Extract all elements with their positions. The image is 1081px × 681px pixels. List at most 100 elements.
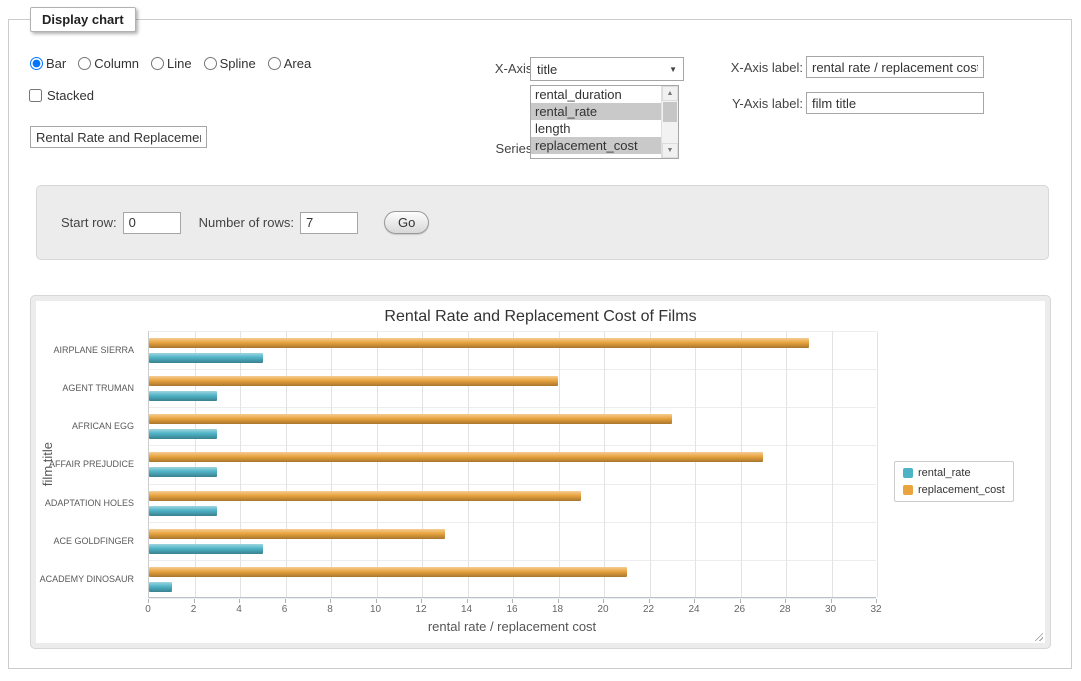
bar-replacement_cost (149, 567, 627, 577)
legend-label: rental_rate (918, 467, 971, 479)
scroll-down-icon[interactable]: ▼ (662, 143, 678, 158)
bar-replacement_cost (149, 529, 445, 539)
chart-type-radio-spline[interactable] (204, 57, 217, 70)
x-tick-label: 20 (597, 604, 608, 615)
panel-legend: Display chart (30, 7, 136, 32)
chart-legend: rental_rate replacement_cost (894, 461, 1014, 502)
x-axis-title: rental rate / replacement cost (148, 619, 876, 634)
chart-type-bar: Bar (30, 56, 66, 71)
series-option-rental_duration[interactable]: rental_duration (531, 86, 661, 103)
scrollbar-track (662, 122, 678, 143)
x-tick-label: 16 (506, 604, 517, 615)
chart-type-spline: Spline (204, 56, 256, 71)
legend-item-replacement_cost[interactable]: replacement_cost (903, 484, 1005, 496)
start-row-label: Start row: (61, 215, 117, 230)
category-label: AFFAIR PREJUDICE (36, 445, 140, 483)
chart-title-input[interactable] (30, 126, 207, 148)
x-tick-label: 28 (779, 604, 790, 615)
x-tick-label: 0 (145, 604, 151, 615)
series-options: rental_durationrental_ratelengthreplacem… (531, 86, 661, 158)
bar-rental_rate (149, 353, 263, 363)
series-listbox[interactable]: rental_durationrental_ratelengthreplacem… (530, 85, 679, 159)
xaxis-select-label: X-Axis: (486, 61, 536, 76)
x-tick-label: 26 (734, 604, 745, 615)
bar-replacement_cost (149, 338, 809, 348)
category-label: ADAPTATION HOLES (36, 484, 140, 522)
scroll-up-icon[interactable]: ▲ (662, 86, 678, 101)
x-tick-label: 12 (415, 604, 426, 615)
x-tick-label: 8 (327, 604, 333, 615)
chart-type-column: Column (78, 56, 139, 71)
category-label: AIRPLANE SIERRA (36, 331, 140, 369)
bar-replacement_cost (149, 376, 558, 386)
chart-type-line: Line (151, 56, 192, 71)
bar-replacement_cost (149, 491, 581, 501)
stacked-label: Stacked (47, 88, 94, 103)
yaxis-label-input[interactable] (806, 92, 984, 114)
chart-type-area: Area (268, 56, 311, 71)
category-label: ACE GOLDFINGER (36, 522, 140, 560)
listbox-scrollbar[interactable]: ▲ ▼ (661, 86, 678, 158)
series-option-rental_rate[interactable]: rental_rate (531, 103, 661, 120)
bar-rental_rate (149, 391, 217, 401)
legend-swatch (903, 468, 913, 478)
xaxis-selected-value: title (537, 62, 557, 77)
stacked-option: Stacked (29, 88, 94, 103)
chevron-down-icon: ▼ (669, 65, 677, 74)
x-tick-label: 10 (370, 604, 381, 615)
chart-type-radio-area[interactable] (268, 57, 281, 70)
category-label: ACADEMY DINOSAUR (36, 560, 140, 598)
chart-type-radio-line[interactable] (151, 57, 164, 70)
x-tick-label: 32 (870, 604, 881, 615)
chart-type-radio-column[interactable] (78, 57, 91, 70)
chart-type-radio-bar[interactable] (30, 57, 43, 70)
bar-rental_rate (149, 544, 263, 554)
bar-rental_rate (149, 429, 217, 439)
go-button[interactable]: Go (384, 211, 429, 234)
x-tick-label: 4 (236, 604, 242, 615)
x-tick-labels: 02468101214161820222426283032 (148, 604, 876, 616)
series-select-label: Series: (486, 141, 536, 156)
xaxis-select[interactable]: title ▼ (530, 57, 684, 81)
xaxis-label-input[interactable] (806, 56, 984, 78)
chart-type-options: Bar Column Line Spline Area (30, 56, 311, 71)
chart-type-label: Bar (46, 56, 66, 71)
start-row-input[interactable] (123, 212, 181, 234)
chart-type-label: Area (284, 56, 311, 71)
x-tick-label: 14 (461, 604, 472, 615)
x-tick-label: 24 (688, 604, 699, 615)
category-label: AFRICAN EGG (36, 407, 140, 445)
bar-rental_rate (149, 582, 172, 592)
series-option-length[interactable]: length (531, 120, 661, 137)
x-tick-label: 22 (643, 604, 654, 615)
chart-title: Rental Rate and Replacement Cost of Film… (36, 308, 1045, 326)
plot-area (148, 331, 876, 598)
chart-type-label: Spline (220, 56, 256, 71)
chart-type-label: Line (167, 56, 192, 71)
legend-label: replacement_cost (918, 484, 1005, 496)
category-labels: AIRPLANE SIERRAAGENT TRUMANAFRICAN EGGAF… (36, 331, 142, 598)
num-rows-input[interactable] (300, 212, 358, 234)
series-option-replacement_cost[interactable]: replacement_cost (531, 137, 661, 154)
scrollbar-thumb[interactable] (663, 102, 677, 122)
legend-swatch (903, 485, 913, 495)
resize-handle-icon[interactable] (1032, 630, 1043, 641)
bar-replacement_cost (149, 452, 763, 462)
chart: Rental Rate and Replacement Cost of Film… (36, 301, 1045, 643)
legend-item-rental_rate[interactable]: rental_rate (903, 467, 1005, 479)
stacked-checkbox[interactable] (29, 89, 42, 102)
x-tick-label: 6 (282, 604, 288, 615)
num-rows-label: Number of rows: (199, 215, 294, 230)
x-tick-label: 2 (191, 604, 197, 615)
x-tick-label: 18 (552, 604, 563, 615)
display-chart-panel: Display chart BarColumnLineSplineArea St… (8, 19, 1072, 669)
xaxis-label-field-label: X-Axis label: (725, 60, 803, 75)
chart-panel: Rental Rate and Replacement Cost of Film… (30, 295, 1051, 649)
x-tick-label: 30 (825, 604, 836, 615)
category-label: AGENT TRUMAN (36, 369, 140, 407)
row-controls-panel: Start row: Number of rows: Go (36, 185, 1049, 260)
chart-type-label: Column (94, 56, 139, 71)
bar-rental_rate (149, 467, 217, 477)
bar-rental_rate (149, 506, 217, 516)
bar-replacement_cost (149, 414, 672, 424)
